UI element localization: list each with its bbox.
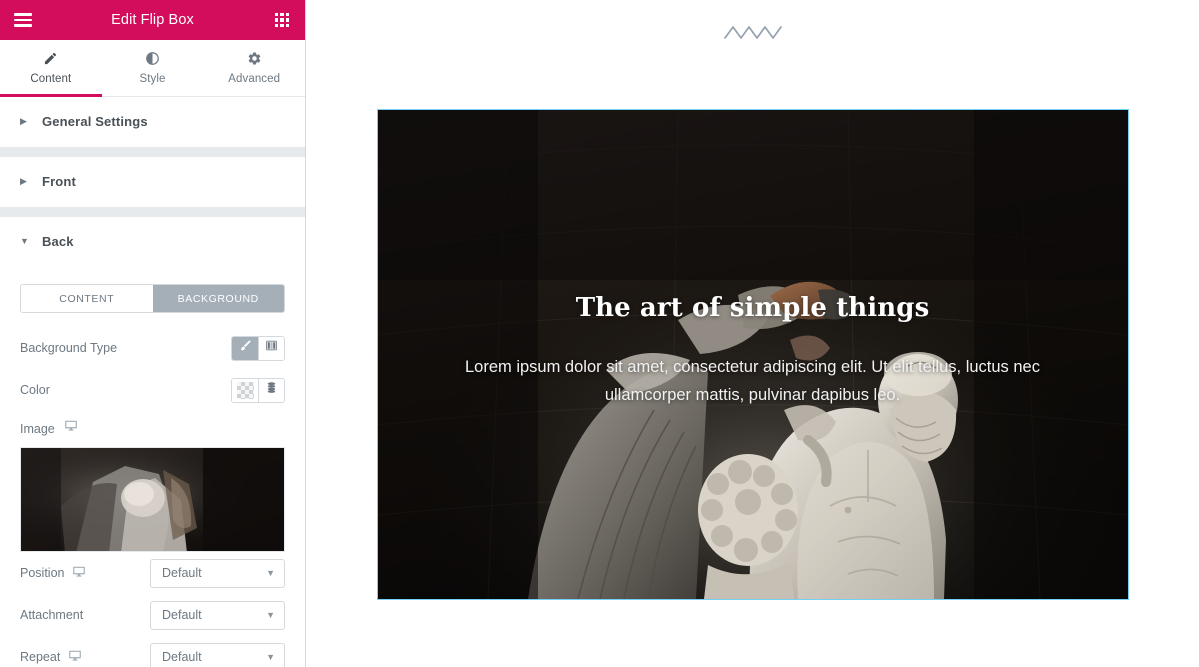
section-back-body: CONTENT BACKGROUND Background Type Color… [0, 267, 305, 667]
section-back-label: Back [42, 234, 74, 249]
section-front[interactable]: ▶ Front [0, 157, 305, 207]
section-general-settings-label: General Settings [42, 114, 148, 129]
attachment-label: Attachment [20, 608, 84, 622]
section-back[interactable]: ▼ Back [0, 217, 305, 267]
color-label: Color [20, 383, 50, 397]
color-stack-icon [265, 381, 278, 399]
position-label: Position [20, 566, 65, 580]
repeat-select[interactable]: Default ▼ [150, 642, 285, 667]
hamburger-menu-icon[interactable] [10, 7, 36, 33]
flipbox-title: The art of simple things [575, 293, 930, 323]
dark-marble-sculpture-thumbnail [21, 448, 284, 551]
tab-advanced[interactable]: Advanced [203, 40, 305, 96]
background-type-classic-button[interactable] [232, 336, 258, 360]
color-palette-button[interactable] [258, 378, 284, 402]
chevron-right-icon: ▶ [20, 116, 27, 126]
section-general-settings[interactable]: ▶ General Settings [0, 97, 305, 147]
color-controls [231, 377, 285, 403]
desktop-monitor-icon[interactable] [68, 649, 82, 666]
desktop-monitor-icon[interactable] [64, 419, 78, 438]
panel-header: Edit Flip Box [0, 0, 305, 40]
color-swatch-button[interactable] [232, 378, 258, 402]
attachment-value: Default [162, 608, 202, 622]
section-front-label: Front [42, 174, 76, 189]
chevron-down-icon: ▼ [20, 236, 29, 246]
flipbox-description: Lorem ipsum dolor sit amet, consectetur … [464, 358, 1040, 405]
switcher-background[interactable]: BACKGROUND [152, 285, 284, 312]
chevron-down-icon: ▼ [266, 652, 275, 662]
row-image: Image [20, 411, 285, 447]
preview-canvas: The art of simple things Lorem ipsum dol… [306, 0, 1199, 667]
gradient-icon [265, 339, 278, 357]
elementor-editor: Edit Flip Box Content Style Advanced ▶ G… [0, 0, 1199, 667]
background-type-gradient-button[interactable] [258, 336, 284, 360]
flipbox-back-content: The art of simple things Lorem ipsum dol… [378, 110, 1128, 599]
switcher-content[interactable]: CONTENT [21, 285, 153, 312]
contrast-icon [145, 51, 160, 66]
repeat-value: Default [162, 650, 202, 664]
image-label: Image [20, 421, 55, 436]
tab-style-label: Style [139, 73, 166, 85]
panel-body: ▶ General Settings ▶ Front ▼ Back CONTEN… [0, 97, 305, 667]
panel-tabs: Content Style Advanced [0, 40, 305, 97]
repeat-label: Repeat [20, 650, 61, 664]
paintbrush-icon [239, 339, 252, 357]
grid-apps-icon[interactable] [269, 7, 295, 33]
tab-content[interactable]: Content [0, 40, 102, 97]
gear-icon [247, 51, 262, 66]
back-content-background-switcher: CONTENT BACKGROUND [20, 284, 285, 313]
editor-panel: Edit Flip Box Content Style Advanced ▶ G… [0, 0, 306, 667]
chevron-down-icon: ▼ [266, 568, 275, 578]
position-value: Default [162, 566, 202, 580]
image-thumbnail[interactable] [20, 447, 285, 552]
chevron-down-icon: ▼ [266, 610, 275, 620]
flipbox-widget-wrap: The art of simple things Lorem ipsum dol… [306, 109, 1199, 600]
chevron-right-icon: ▶ [20, 176, 27, 186]
row-attachment: Attachment Default ▼ [20, 594, 285, 636]
background-type-toggle [231, 335, 285, 361]
zigzag-divider-icon [306, 24, 1199, 40]
panel-title: Edit Flip Box [111, 12, 194, 28]
position-select[interactable]: Default ▼ [150, 558, 285, 588]
tab-style[interactable]: Style [102, 40, 204, 96]
row-position: Position Default ▼ [20, 552, 285, 594]
background-type-label: Background Type [20, 341, 118, 355]
pencil-icon [43, 51, 58, 66]
section-divider [0, 147, 305, 157]
flipbox-widget[interactable]: The art of simple things Lorem ipsum dol… [376, 109, 1129, 600]
transparent-checker-icon [236, 381, 254, 399]
desktop-monitor-icon[interactable] [72, 565, 86, 582]
row-color: Color [20, 369, 285, 411]
section-divider [0, 207, 305, 217]
tab-advanced-label: Advanced [228, 73, 281, 85]
tab-content-label: Content [30, 73, 72, 85]
row-background-type: Background Type [20, 327, 285, 369]
attachment-select[interactable]: Default ▼ [150, 600, 285, 630]
row-repeat: Repeat Default ▼ [20, 636, 285, 667]
